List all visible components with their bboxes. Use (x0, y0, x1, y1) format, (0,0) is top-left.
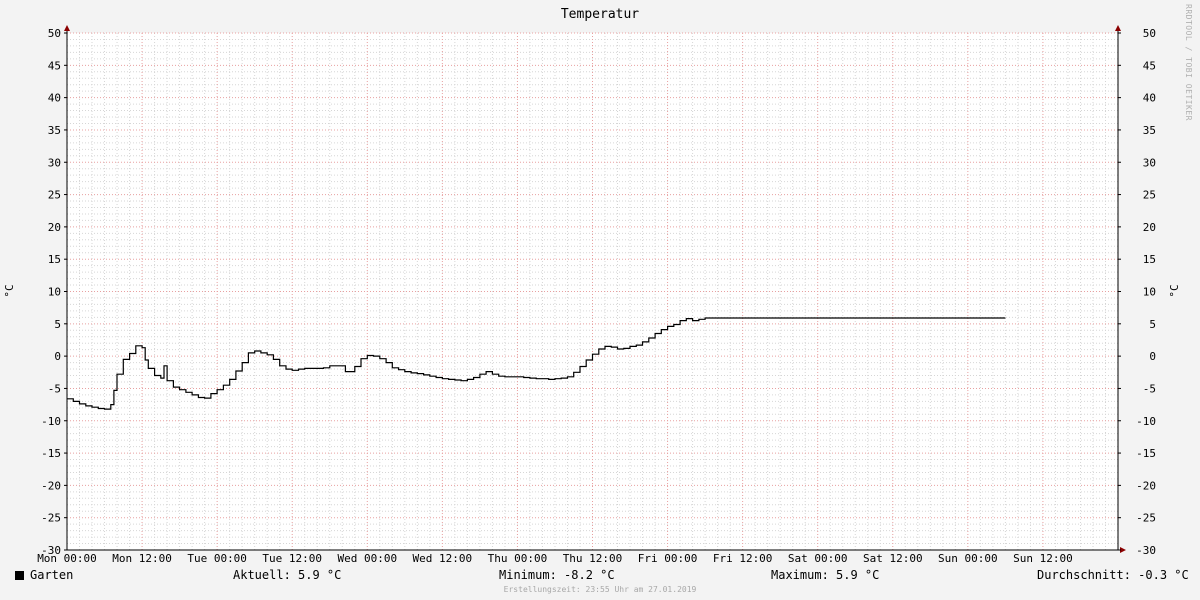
x-tick-label: Wed 12:00 (413, 552, 473, 565)
y-axis-left-arrow (64, 25, 70, 31)
y-tick-label-left: 30 (48, 156, 61, 169)
y-tick-label-left: -5 (48, 382, 61, 395)
x-tick-label: Sun 00:00 (938, 552, 998, 565)
y-tick-label-left: 45 (48, 59, 61, 72)
y-tick-label-right: -30 (1136, 544, 1156, 557)
y-tick-label-right: -25 (1136, 512, 1156, 525)
y-tick-label-right: 10 (1143, 286, 1156, 299)
y-tick-label-right: -5 (1143, 382, 1156, 395)
legend-maximum: Maximum: 5.9 °C (771, 568, 880, 582)
y-tick-label-left: 5 (54, 318, 61, 331)
x-tick-label: Sat 00:00 (788, 552, 848, 565)
y-tick-label-right: -10 (1136, 415, 1156, 428)
x-tick-label: Mon 00:00 (37, 552, 97, 565)
y-axis-label-right: °C (1168, 284, 1181, 297)
legend-series: Garten (15, 568, 73, 582)
y-tick-label-left: -10 (41, 415, 61, 428)
x-tick-label: Sat 12:00 (863, 552, 923, 565)
temperature-chart: 50454035302520151050-5-10-15-20-25-30 50… (3, 7, 1181, 565)
y-tick-label-left: 50 (48, 27, 61, 40)
y-tick-label-right: 0 (1149, 350, 1156, 363)
y-tick-label-right: 35 (1143, 124, 1156, 137)
y-tick-label-right: -15 (1136, 447, 1156, 460)
y-tick-labels-left: 50454035302520151050-5-10-15-20-25-30 (41, 27, 67, 557)
y-tick-label-right: 30 (1143, 156, 1156, 169)
x-tick-labels: Mon 00:00 Mon 12:00 Tue 00:00 Tue 12:00 Wed … (37, 552, 1073, 565)
y-tick-label-left: 20 (48, 221, 61, 234)
y-tick-label-right: 20 (1143, 221, 1156, 234)
y-tick-label-left: 40 (48, 92, 61, 105)
chart-title: Temperatur (561, 7, 639, 22)
creation-time-footer: Erstellungszeit: 23:55 Uhr am 27.01.2019 (503, 585, 697, 594)
y-tick-label-left: -15 (41, 447, 61, 460)
y-tick-label-left: 15 (48, 253, 61, 266)
legend-durchschnitt: Durchschnitt: -0.3 °C (1037, 568, 1189, 582)
y-tick-label-right: 40 (1143, 92, 1156, 105)
x-tick-label: Mon 12:00 (112, 552, 172, 565)
x-tick-label: Thu 00:00 (488, 552, 548, 565)
y-axis-label-left: °C (3, 284, 16, 297)
x-tick-label: Fri 12:00 (713, 552, 773, 565)
y-tick-label-right: 15 (1143, 253, 1156, 266)
x-tick-label: Sun 12:00 (1013, 552, 1073, 565)
legend-minimum: Minimum: -8.2 °C (499, 568, 615, 582)
y-tick-label-left: 10 (48, 286, 61, 299)
y-tick-label-left: -25 (41, 512, 61, 525)
x-tick-label: Tue 00:00 (187, 552, 247, 565)
x-tick-label: Tue 12:00 (262, 552, 322, 565)
y-tick-label-right: 45 (1143, 59, 1156, 72)
x-tick-label: Thu 12:00 (563, 552, 623, 565)
y-tick-label-right: -20 (1136, 479, 1156, 492)
legend-swatch (15, 571, 24, 580)
y-tick-label-left: 0 (54, 350, 61, 363)
y-tick-label-right: 5 (1149, 318, 1156, 331)
legend-series-label: Garten (30, 568, 74, 582)
y-axis-right-arrow (1115, 25, 1121, 31)
y-tick-label-left: -20 (41, 479, 61, 492)
y-tick-labels-right: 50454035302520151050-5-10-15-20-25-30 (1118, 27, 1156, 557)
x-tick-label: Fri 00:00 (638, 552, 698, 565)
x-tick-label: Wed 00:00 (337, 552, 397, 565)
y-tick-label-left: 35 (48, 124, 61, 137)
rrdtool-watermark: RRDTOOL / TOBI OETIKER (1184, 4, 1193, 121)
y-tick-label-right: 50 (1143, 27, 1156, 40)
y-tick-label-right: 25 (1143, 189, 1156, 202)
chart-stage: 50 45 40 35 30 25 20 15 10 5 0 -5 -10 -15 -20 -25 -30 50… (0, 0, 1200, 600)
y-tick-label-left: 25 (48, 189, 61, 202)
legend-aktuell: Aktuell: 5.9 °C (233, 568, 342, 582)
